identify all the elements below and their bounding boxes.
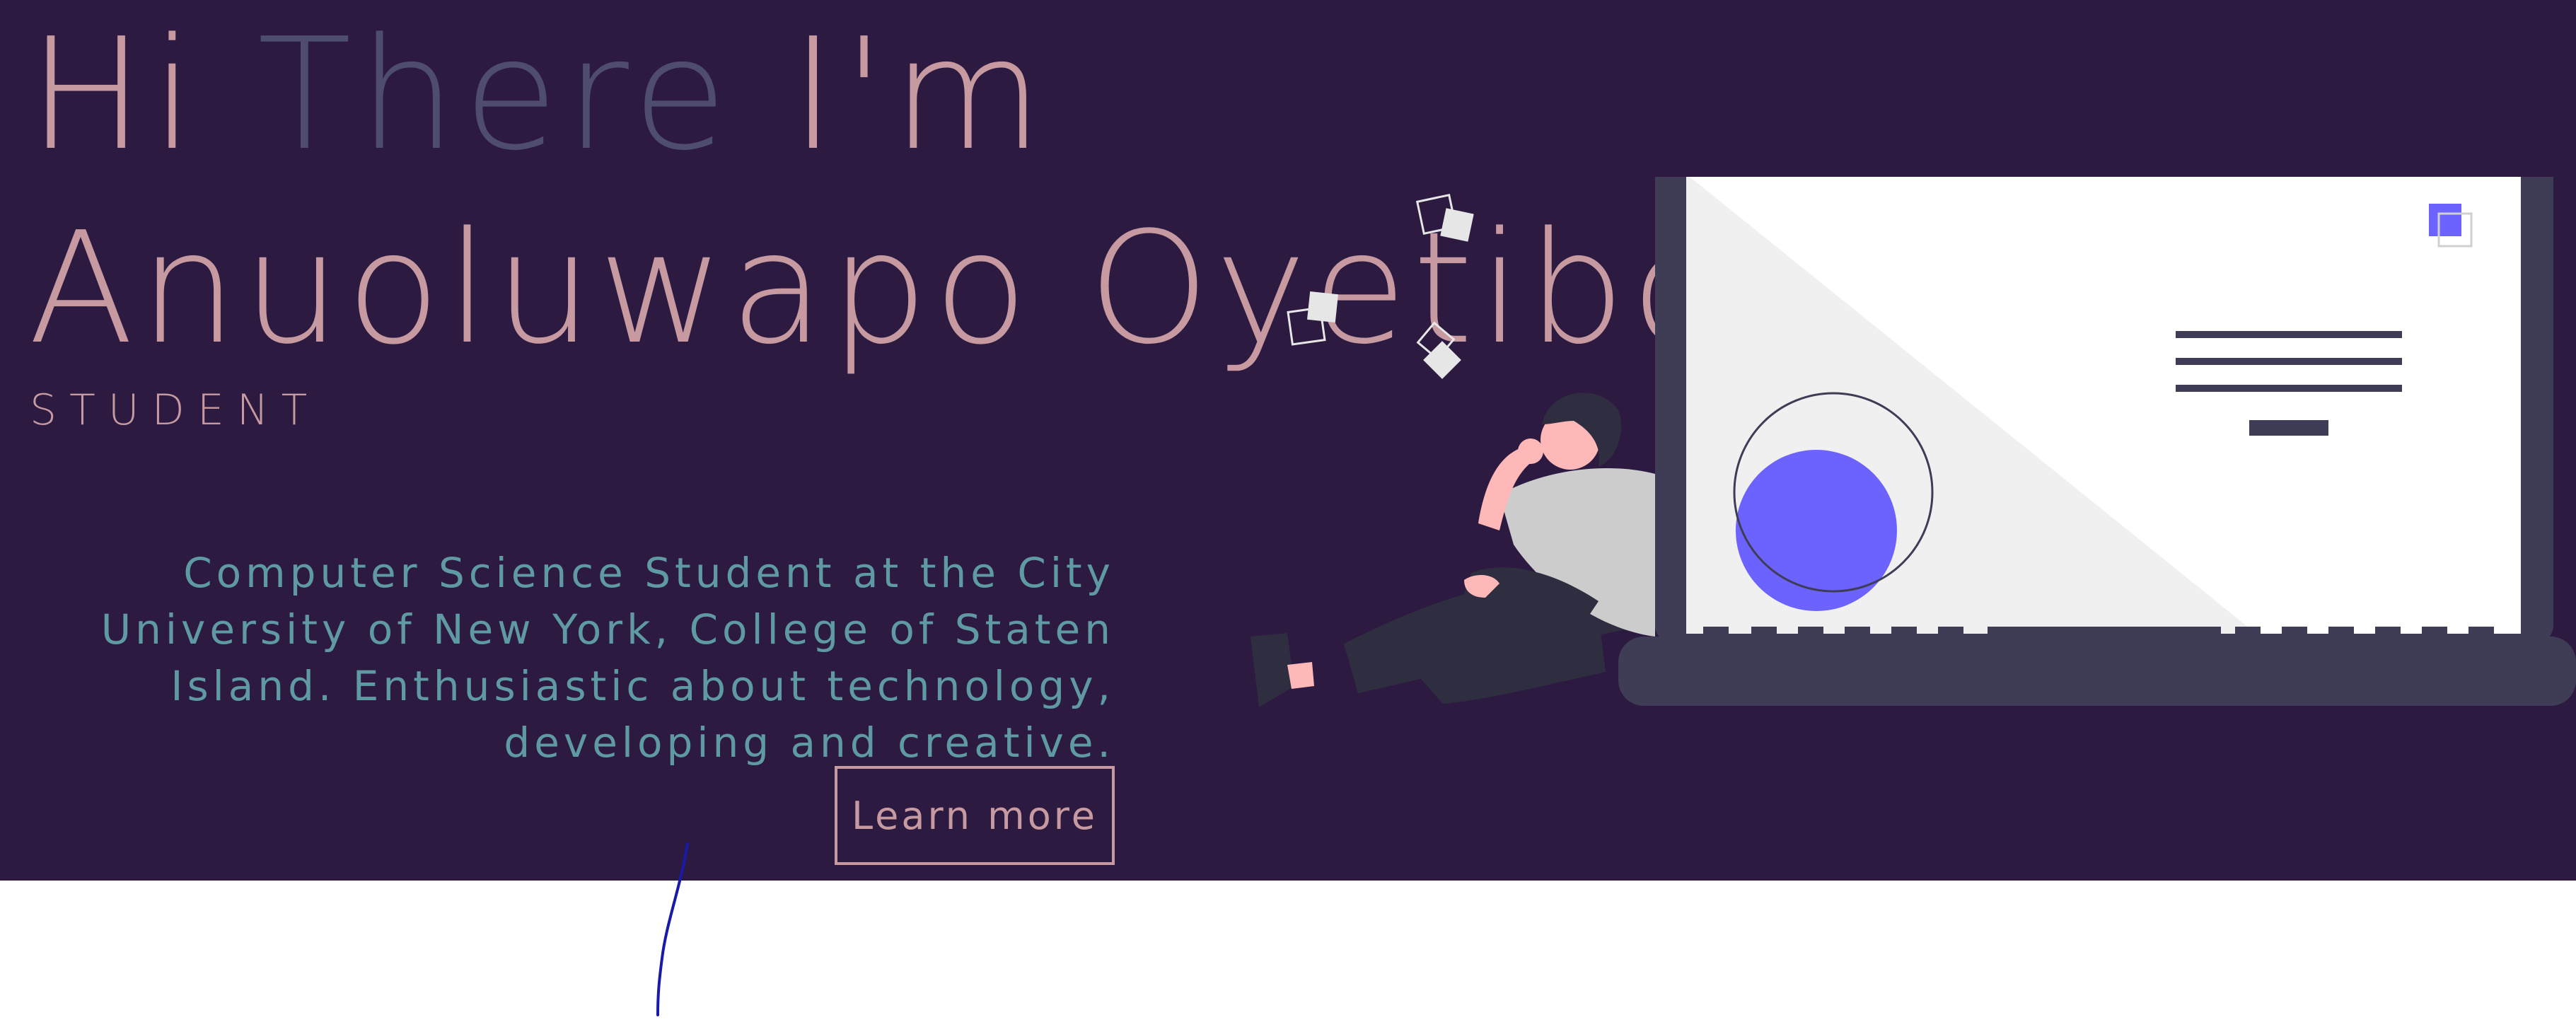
hero-section: Hi There I'm Anuoluwapo Oyetibo STUDENT … (0, 0, 2576, 881)
keyboard-notches (1703, 627, 2494, 637)
greeting-there: There (257, 6, 735, 185)
greeting-im: I'm (734, 6, 1050, 185)
person-leaning-on-laptop-illustration (1251, 177, 2576, 707)
pen-stroke-mark (656, 842, 689, 1016)
laptop-base (1618, 637, 2576, 706)
learn-more-button[interactable]: Learn more (835, 766, 1115, 865)
role-label: STUDENT (30, 385, 320, 435)
bio-text: Computer Science Student at the City Uni… (100, 549, 1115, 767)
greeting-hi: Hi (28, 6, 257, 185)
screen-square-filled (2429, 204, 2461, 236)
person-figure (1251, 393, 1655, 707)
greeting-heading: Hi There I'm (28, 18, 1050, 173)
floating-squares (1287, 193, 1474, 379)
screen-purple-circle (1736, 450, 1897, 611)
